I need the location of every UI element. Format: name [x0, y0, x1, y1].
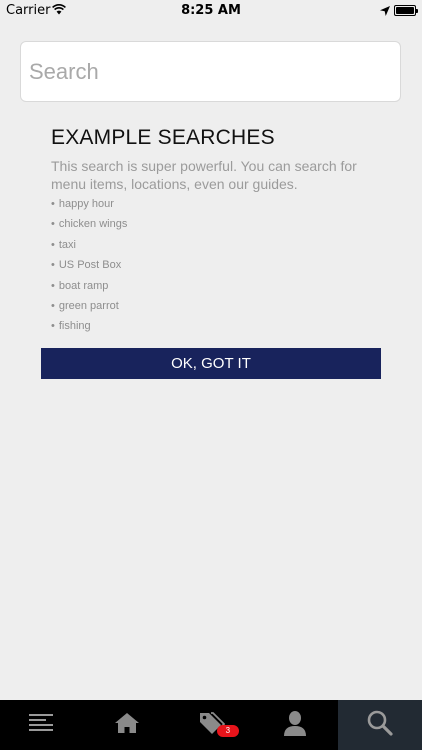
list-item[interactable]: • happy hour	[51, 196, 127, 216]
bullet-icon: •	[51, 198, 55, 210]
list-item[interactable]: • chicken wings	[51, 216, 127, 236]
home-icon	[114, 712, 140, 739]
tab-search[interactable]	[337, 700, 422, 750]
bullet-icon: •	[51, 279, 55, 292]
tab-bar: 3	[0, 700, 422, 750]
bullet-icon: •	[51, 218, 55, 231]
bullet-icon: •	[51, 320, 55, 333]
example-label: taxi	[58, 238, 76, 251]
location-arrow-icon	[380, 5, 390, 20]
search-input[interactable]	[21, 42, 400, 101]
clock: 8:25 AM	[181, 3, 241, 18]
tags-count-badge: 3	[216, 725, 239, 737]
tab-menu[interactable]	[0, 700, 84, 750]
tab-profile[interactable]	[253, 700, 337, 750]
example-label: US Post Box	[58, 259, 122, 272]
list-item[interactable]: • boat ramp	[51, 278, 127, 298]
page-title: EXAMPLE SEARCHES	[51, 126, 275, 149]
tab-home[interactable]	[84, 700, 168, 750]
search-description: This search is super powerful. You can s…	[51, 158, 357, 192]
menu-icon	[29, 713, 55, 738]
battery-icon	[394, 5, 418, 16]
list-item[interactable]: • green parrot	[51, 298, 127, 318]
example-label: green parrot	[58, 299, 119, 312]
ok-got-it-button[interactable]: OK, GOT IT	[41, 348, 381, 379]
search-box	[20, 41, 401, 102]
profile-icon	[283, 710, 307, 741]
list-item[interactable]: • fishing	[51, 318, 127, 338]
search-icon	[366, 709, 394, 742]
status-bar: Carrier 8:25 AM	[0, 0, 422, 22]
list-item[interactable]: • taxi	[51, 237, 127, 257]
example-label: happy hour	[58, 198, 114, 210]
example-label: boat ramp	[58, 279, 109, 292]
tab-tags[interactable]: 3	[169, 700, 253, 750]
bullet-icon: •	[51, 299, 55, 312]
example-searches-list: • happy hour • chicken wings • taxi • US Pos…	[51, 196, 127, 339]
app-screen: Carrier 8:25 AM EXAMPLE SEARCHES This se…	[0, 0, 422, 750]
bullet-icon: •	[51, 238, 55, 251]
example-label: fishing	[58, 320, 91, 333]
list-item[interactable]: • US Post Box	[51, 257, 127, 277]
bullet-icon: •	[51, 259, 55, 272]
example-label: chicken wings	[58, 218, 128, 231]
